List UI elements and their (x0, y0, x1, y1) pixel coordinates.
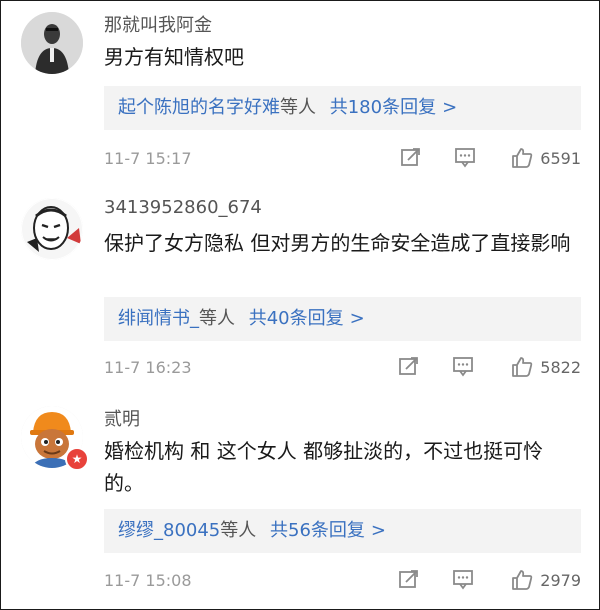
reply-summary[interactable]: 绯闻情书_等人 共40条回复 > (104, 297, 581, 341)
timestamp: 11-7 16:23 (104, 358, 192, 377)
share-icon[interactable] (397, 567, 421, 591)
verified-badge-icon: ★ (65, 447, 89, 471)
replier-names[interactable]: 缪缪_80045 (118, 520, 220, 541)
username[interactable]: 贰明 (104, 405, 140, 431)
reply-summary[interactable]: 缪缪_80045等人 共56条回复 > (104, 509, 581, 553)
reply-count[interactable]: 共40条回复 (249, 308, 344, 329)
timestamp: 11-7 15:08 (104, 571, 192, 590)
like-count: 6591 (540, 148, 581, 168)
thumbs-up-icon (512, 570, 533, 590)
reply-count[interactable]: 共180条回复 (330, 97, 436, 118)
comment-icon[interactable] (451, 567, 475, 591)
timestamp: 11-7 15:17 (104, 149, 192, 168)
chevron-right-icon: > (370, 520, 386, 541)
comment-meta: 11-7 16:23 5822 (104, 354, 581, 380)
like-button[interactable]: 5822 (510, 354, 581, 380)
thumbs-up-icon (512, 357, 533, 377)
reply-count[interactable]: 共56条回复 (270, 520, 365, 541)
replier-names[interactable]: 起个陈旭的名字好难 (118, 97, 280, 118)
avatar[interactable] (21, 12, 83, 74)
share-icon[interactable] (399, 145, 423, 169)
replier-suffix: 等人 (199, 308, 235, 329)
comment-item: ★ 贰明 婚检机构 和 这个女人 都够扯淡的，不过也挺可怜的。 缪缪_80045… (1, 395, 599, 609)
like-count: 5822 (540, 357, 581, 377)
comment-list: 那就叫我阿金 男方有知情权吧 起个陈旭的名字好难等人 共180条回复 > 11-7… (0, 0, 600, 610)
comment-text: 婚检机构 和 这个女人 都够扯淡的，不过也挺可怜的。 (104, 439, 544, 495)
comment-icon[interactable] (451, 354, 475, 378)
comment-meta: 11-7 15:17 6591 (104, 145, 581, 171)
comment-item: 3413952860_674 保护了女方隐私 但对男方的生命安全造成了直接影响 … (1, 195, 599, 395)
replier-suffix: 等人 (220, 520, 257, 541)
comment-icon[interactable] (453, 145, 477, 169)
comment-item: 那就叫我阿金 男方有知情权吧 起个陈旭的名字好难等人 共180条回复 > 11-7… (1, 1, 599, 195)
comment-text: 保护了女方隐私 但对男方的生命安全造成了直接影响 (104, 231, 571, 255)
like-button[interactable]: 2979 (510, 567, 581, 593)
like-button[interactable]: 6591 (510, 145, 581, 171)
comment-meta: 11-7 15:08 2979 (104, 567, 581, 593)
share-icon[interactable] (397, 354, 421, 378)
reply-summary[interactable]: 起个陈旭的名字好难等人 共180条回复 > (104, 86, 581, 130)
meme-face-avatar-icon (21, 198, 83, 260)
replier-suffix: 等人 (280, 97, 316, 118)
avatar[interactable] (21, 198, 83, 260)
thumbs-up-icon (512, 148, 533, 168)
chevron-right-icon: > (349, 308, 365, 329)
chevron-right-icon: > (442, 97, 458, 118)
comment-text: 男方有知情权吧 (104, 45, 244, 69)
username[interactable]: 3413952860_674 (104, 197, 262, 218)
username[interactable]: 那就叫我阿金 (104, 11, 212, 37)
replier-names[interactable]: 绯闻情书_ (118, 308, 199, 329)
figure-avatar-icon (21, 12, 83, 74)
like-count: 2979 (540, 570, 581, 590)
